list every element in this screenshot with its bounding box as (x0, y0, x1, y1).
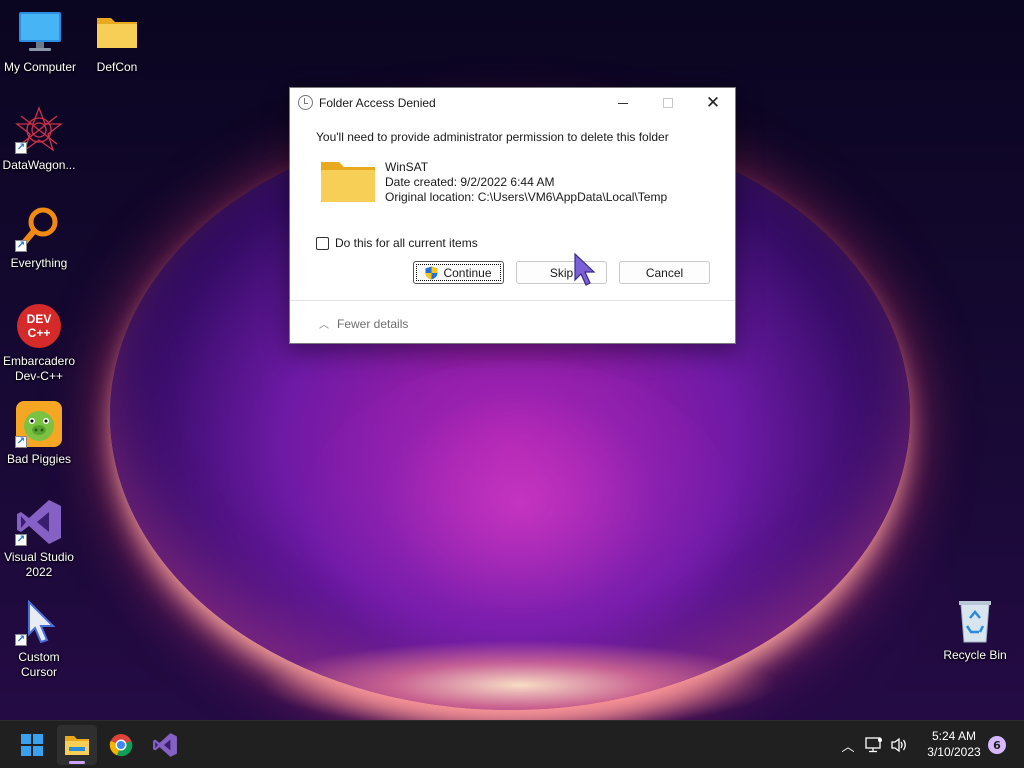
clock-date: 3/10/2023 (927, 745, 981, 759)
svg-text:DEV: DEV (27, 312, 52, 326)
recycle-bin-icon (951, 596, 999, 644)
shortcut-arrow-icon: ↗ (15, 634, 27, 646)
dialog-title: Folder Access Denied (319, 96, 436, 110)
minimize-button[interactable] (600, 88, 646, 118)
clock-icon (298, 95, 313, 110)
everything-search-icon: ↗ (15, 204, 63, 252)
chrome-icon (109, 734, 133, 757)
desktop-icon-label: My Computer (3, 60, 77, 74)
close-button[interactable]: ✕ (690, 88, 736, 118)
wallpaper-glow-horizon (260, 640, 780, 720)
chevron-up-icon: ︿ (841, 739, 855, 755)
bad-piggies-icon: ↗ (15, 400, 63, 448)
desktop-icon-my-computer[interactable]: My Computer (0, 8, 80, 75)
chevron-up-icon: ︿ (319, 320, 329, 331)
folder-icon (320, 158, 376, 204)
dialog-divider (290, 300, 735, 301)
mouse-pointer-icon (574, 252, 596, 286)
apply-to-all-checkbox[interactable] (316, 236, 329, 250)
maximize-icon (663, 98, 673, 108)
cancel-button[interactable]: Cancel (619, 261, 710, 284)
desktop-icon-label: Visual Studio 2022 (4, 550, 74, 579)
desktop-icon-label: Everything (10, 256, 68, 270)
shortcut-arrow-icon: ↗ (15, 534, 27, 546)
taskbar-clock[interactable]: 5:24 AM 3/10/2023 (918, 728, 990, 760)
network-icon[interactable] (864, 735, 884, 755)
minimize-icon (618, 102, 628, 104)
speaker-icon (891, 737, 906, 753)
folder-access-denied-dialog: Folder Access Denied ✕ You'll need to pr… (289, 87, 736, 344)
clock-time: 5:24 AM (931, 729, 977, 743)
visual-studio-icon: ↗ (15, 498, 63, 546)
apply-to-all-label: Do this for all current items (335, 236, 478, 250)
fewer-details-label: Fewer details (337, 316, 409, 331)
shortcut-arrow-icon: ↗ (15, 142, 27, 154)
continue-label: Continue (443, 265, 492, 280)
shortcut-arrow-icon: ↗ (15, 436, 27, 448)
start-button[interactable] (12, 725, 52, 765)
desktop-icon-label: Embarcadero Dev-C++ (2, 354, 76, 383)
dialog-message: You'll need to provide administrator per… (316, 130, 669, 144)
continue-button[interactable]: Continue (413, 261, 504, 284)
apply-to-all-row[interactable]: Do this for all current items (316, 236, 478, 250)
desktop-icon-defcon[interactable]: DefCon (77, 8, 157, 75)
skip-label: Skip (549, 265, 574, 280)
custom-cursor-icon: ↗ (15, 598, 63, 646)
item-name: WinSAT (385, 160, 429, 174)
desktop-icon-label: Recycle Bin (943, 648, 1007, 662)
desktop-icon-label: DataWagon... (2, 158, 76, 172)
taskbar-chrome[interactable] (101, 725, 141, 765)
desktop-icon-recycle-bin[interactable]: Recycle Bin (935, 596, 1015, 663)
active-app-indicator (69, 761, 85, 764)
desktop-icon-custom-cursor[interactable]: ↗ Custom Cursor (0, 598, 79, 680)
fewer-details-toggle[interactable]: ︿ Fewer details (319, 316, 409, 332)
file-info: WinSAT Date created: 9/2/2022 6:44 AM Or… (385, 160, 667, 205)
desktop-icon-everything[interactable]: ↗ Everything (0, 204, 79, 271)
visual-studio-icon (153, 733, 177, 757)
monitor-icon (16, 8, 64, 56)
desktop-icon-bad-piggies[interactable]: ↗ Bad Piggies (0, 400, 79, 467)
file-explorer-icon (65, 736, 89, 755)
desktop-icon-label: Bad Piggies (6, 452, 72, 466)
network-monitor-icon (865, 737, 882, 753)
desktop-icon-visual-studio[interactable]: ↗ Visual Studio 2022 (0, 498, 79, 580)
cancel-label: Cancel (645, 265, 684, 280)
folder-icon (93, 8, 141, 56)
svg-text:C++: C++ (28, 326, 51, 340)
wallpaper-glow-core (300, 360, 740, 680)
taskbar: ︿ 5:24 AM 3/10/2023 6 (0, 720, 1024, 768)
taskbar-visual-studio[interactable] (145, 725, 185, 765)
item-date-created: Date created: 9/2/2022 6:44 AM (385, 175, 555, 189)
show-hidden-icons-button[interactable]: ︿ (838, 735, 858, 755)
desktop-icon-datawagon[interactable]: ↗ DataWagon... (0, 106, 79, 173)
datawagon-icon: ↗ (15, 106, 63, 154)
volume-icon[interactable] (889, 735, 909, 755)
item-original-location: Original location: C:\Users\VM6\AppData\… (385, 190, 668, 204)
uac-shield-icon (425, 266, 438, 279)
dialog-titlebar[interactable]: Folder Access Denied ✕ (290, 88, 735, 118)
desktop-icon-label: DefCon (96, 60, 138, 74)
taskbar-file-explorer[interactable] (57, 725, 97, 765)
devcpp-icon: DEV C++ (15, 302, 63, 350)
close-icon: ✕ (705, 92, 721, 113)
notification-badge[interactable]: 6 (988, 736, 1006, 754)
maximize-button (645, 88, 691, 118)
desktop-icon-label: Custom Cursor (18, 650, 60, 679)
start-icon (21, 734, 43, 756)
shortcut-arrow-icon: ↗ (15, 240, 27, 252)
desktop-icon-devcpp[interactable]: DEV C++ Embarcadero Dev-C++ (0, 302, 79, 384)
